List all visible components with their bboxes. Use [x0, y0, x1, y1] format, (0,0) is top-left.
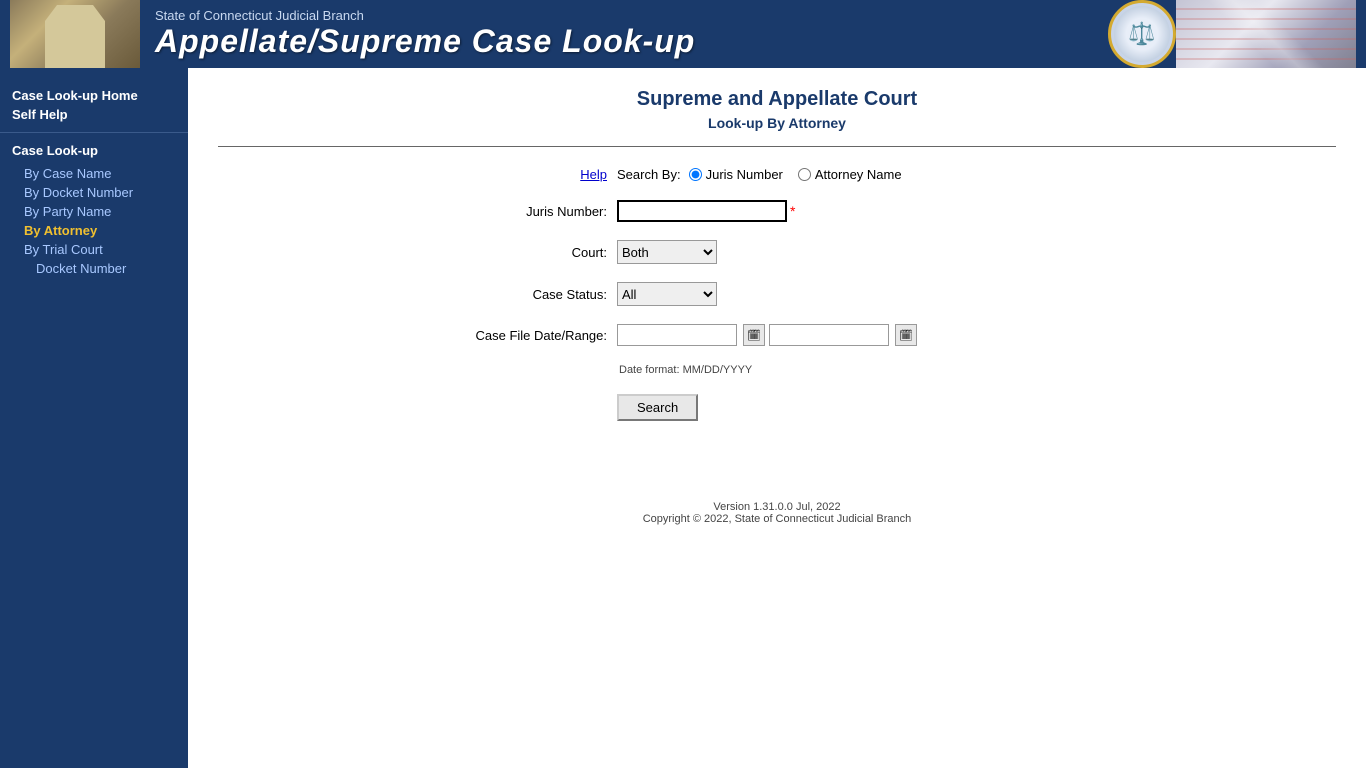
juris-number-input[interactable] [617, 200, 787, 222]
main-content: Supreme and Appellate Court Look-up By A… [188, 68, 1366, 768]
required-star: * [790, 203, 795, 219]
page-header: State of Connecticut Judicial Branch App… [0, 0, 1366, 68]
search-by-radio-group: Juris Number Attorney Name [689, 167, 902, 182]
case-status-row: Case Status: All Open Closed [437, 282, 1117, 306]
sidebar-item-by-attorney[interactable]: By Attorney [12, 221, 176, 240]
radio-attorney-label[interactable]: Attorney Name [798, 167, 902, 182]
divider [218, 146, 1336, 147]
sidebar-case-lookup-section: Case Look-up By Case Name By Docket Numb… [0, 133, 188, 288]
help-cell: Help [437, 167, 617, 182]
sidebar-item-by-party-name[interactable]: By Party Name [12, 202, 176, 221]
page-title: Supreme and Appellate Court [218, 88, 1336, 111]
date-format-row: Date format: MM/DD/YYYY [437, 364, 1117, 376]
seal-icon: ⚖️ [1114, 6, 1170, 62]
radio-juris-label[interactable]: Juris Number [689, 167, 783, 182]
help-link[interactable]: Help [580, 167, 607, 182]
sidebar-item-docket-number[interactable]: Docket Number [12, 259, 176, 278]
calendar-button-start[interactable]: 🗓 [743, 324, 765, 346]
court-select[interactable]: Both Supreme Appellate [617, 240, 717, 264]
case-status-select[interactable]: All Open Closed [617, 282, 717, 306]
org-name: State of Connecticut Judicial Branch [155, 8, 1108, 23]
version-text: Version 1.31.0.0 Jul, 2022 [238, 501, 1316, 513]
sidebar-section-title: Case Look-up [12, 143, 176, 158]
sidebar-item-by-docket-number[interactable]: By Docket Number [12, 183, 176, 202]
page-footer: Version 1.31.0.0 Jul, 2022 Copyright © 2… [218, 481, 1336, 545]
sidebar-top-links: Case Look-up Home Self Help [0, 78, 188, 133]
court-label: Court: [437, 245, 617, 260]
copyright-text: Copyright © 2022, State of Connecticut J… [238, 513, 1316, 525]
search-by-row: Help Search By: Juris Number Attorney Na… [437, 167, 1117, 182]
calendar-icon-end: 🗓 [899, 329, 913, 342]
search-by-label: Search By: [617, 167, 681, 182]
sidebar: Case Look-up Home Self Help Case Look-up… [0, 68, 188, 768]
radio-juris-number[interactable] [689, 168, 702, 181]
sidebar-item-by-case-name[interactable]: By Case Name [12, 164, 176, 183]
calendar-button-end[interactable]: 🗓 [895, 324, 917, 346]
search-button[interactable]: Search [617, 394, 698, 421]
radio-juris-text: Juris Number [706, 167, 783, 182]
header-title-area: State of Connecticut Judicial Branch App… [140, 8, 1108, 60]
app-title: Appellate/Supreme Case Look-up [155, 23, 1108, 60]
radio-attorney-name[interactable] [798, 168, 811, 181]
ct-seal: ⚖️ [1108, 0, 1176, 68]
sidebar-item-by-trial-court[interactable]: By Trial Court [12, 240, 176, 259]
date-range-area: 🗓 🗓 [617, 324, 917, 346]
sidebar-item-self-help[interactable]: Self Help [12, 105, 176, 124]
page-layout: Case Look-up Home Self Help Case Look-up… [0, 68, 1366, 768]
date-start-input[interactable] [617, 324, 737, 346]
juris-label: Juris Number: [437, 204, 617, 219]
juris-number-row: Juris Number: * [437, 200, 1117, 222]
sidebar-item-case-lookup-home[interactable]: Case Look-up Home [12, 86, 176, 105]
page-subtitle: Look-up By Attorney [218, 115, 1336, 131]
radio-attorney-text: Attorney Name [815, 167, 902, 182]
date-format-note: Date format: MM/DD/YYYY [619, 364, 752, 376]
search-form: Help Search By: Juris Number Attorney Na… [437, 167, 1117, 421]
date-end-input[interactable] [769, 324, 889, 346]
search-button-row: Search [437, 394, 1117, 421]
date-range-row: Case File Date/Range: 🗓 🗓 [437, 324, 1117, 346]
status-label: Case Status: [437, 287, 617, 302]
header-right-image [1176, 0, 1356, 68]
calendar-icon-start: 🗓 [747, 329, 761, 342]
court-row: Court: Both Supreme Appellate [437, 240, 1117, 264]
date-range-label: Case File Date/Range: [437, 328, 617, 343]
header-left-image [10, 0, 140, 68]
